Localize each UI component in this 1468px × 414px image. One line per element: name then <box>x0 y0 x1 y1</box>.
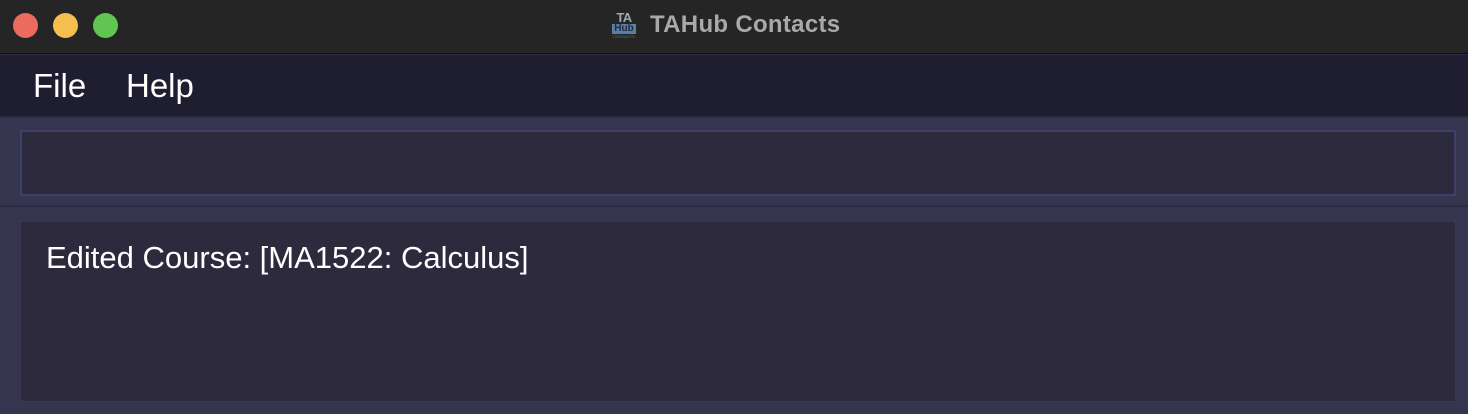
app-logo-icon: TA Hub CONTACTS <box>612 9 636 41</box>
menu-help[interactable]: Help <box>126 67 194 105</box>
window-title: TAHub Contacts <box>650 11 841 38</box>
window-title-group: TA Hub CONTACTS TAHub Contacts <box>612 8 840 42</box>
zoom-window-button[interactable] <box>93 13 118 38</box>
app-logo-line3: CONTACTS <box>613 34 635 39</box>
menu-file[interactable]: File <box>33 67 86 105</box>
result-message: Edited Course: [MA1522: Calculus] <box>46 240 529 275</box>
close-window-button[interactable] <box>13 13 38 38</box>
minimize-window-button[interactable] <box>53 13 78 38</box>
result-display-box[interactable]: Edited Course: [MA1522: Calculus] <box>20 221 1456 402</box>
command-box-panel <box>0 118 1468 205</box>
result-display-panel: Edited Course: [MA1522: Calculus] <box>0 207 1468 414</box>
command-input[interactable] <box>20 130 1456 196</box>
app-window: TA Hub CONTACTS TAHub Contacts File Help… <box>0 0 1468 414</box>
app-logo-line2: Hub <box>612 23 636 34</box>
title-bar[interactable]: TA Hub CONTACTS TAHub Contacts <box>0 0 1468 54</box>
menu-bar: File Help <box>0 55 1468 116</box>
